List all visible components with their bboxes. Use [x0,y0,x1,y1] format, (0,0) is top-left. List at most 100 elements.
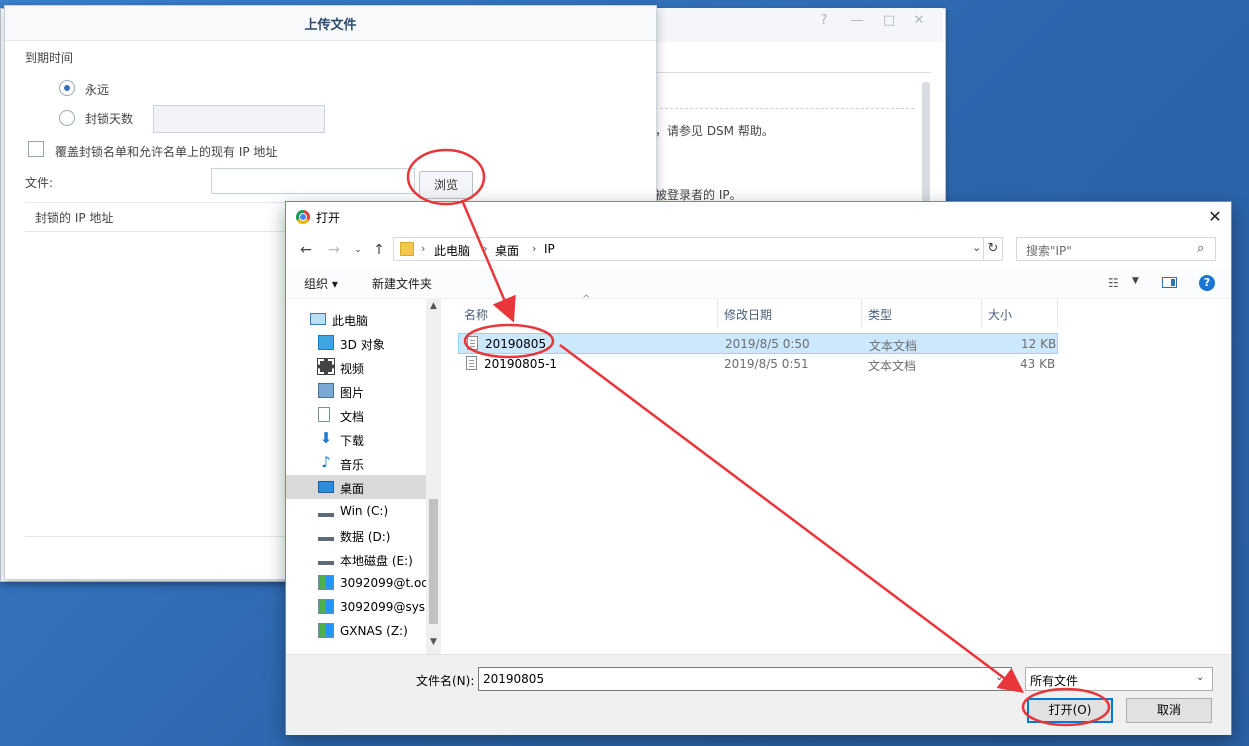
browse-button[interactable]: 浏览 [419,171,473,199]
drive-icon [318,531,334,541]
forward-arrow-icon[interactable]: → [324,239,344,261]
chevron-down-icon[interactable]: ⌄ [972,241,981,254]
help-icon[interactable]: ? [1199,275,1215,291]
chrome-icon [296,210,310,224]
back-arrow-icon[interactable]: ← [296,239,316,261]
filename-value: 20190805 [483,672,545,686]
open-dialog-titlebar: 打开 ✕ [286,202,1231,232]
ip-column-header: 封锁的 IP 地址 [35,211,114,225]
radio-block-days[interactable] [59,110,75,126]
organize-button[interactable]: 组织 ▾ [304,275,338,292]
maximize-icon[interactable]: □ [880,12,898,30]
overwrite-checkbox[interactable] [28,141,44,157]
column-header-name[interactable]: 名称 ^ [458,294,718,327]
minimize-icon[interactable]: — [848,12,866,30]
file-size: 43 KB [1020,357,1056,371]
3d-objects-icon [318,335,334,350]
chevron-down-icon[interactable]: ▼ [426,637,441,647]
sort-ascending-icon: ^ [582,294,591,305]
search-placeholder: 搜索"IP" [1026,244,1072,258]
file-label: 文件: [25,176,54,190]
radio-forever[interactable] [59,80,75,96]
pictures-icon [318,383,334,398]
file-name: 20190805-1 [484,357,558,371]
up-arrow-icon[interactable]: ↑ [369,239,389,261]
nav-item-video[interactable]: 视频 [310,355,426,379]
computer-icon [310,313,326,325]
nav-item-drive-e[interactable]: 本地磁盘 (E:) [310,547,426,571]
breadcrumb-desktop[interactable]: 桌面 [495,242,519,259]
recent-dropdown-icon[interactable]: ⌄ [348,239,368,261]
network-drive-icon [318,599,334,614]
close-icon[interactable]: ✕ [910,12,928,30]
nav-item-drive-d[interactable]: 数据 (D:) [310,523,426,547]
nav-item-drive-c[interactable]: Win (C:) [310,499,426,523]
file-type: 文本文档 [869,339,918,353]
text-file-icon [467,336,478,350]
filetype-select[interactable]: 所有文件 ⌄ [1025,667,1213,691]
breadcrumb-separator-icon: › [483,242,488,255]
background-window-titlebar [655,8,943,42]
help-icon[interactable]: ? [815,12,833,30]
radio-block-days-label: 封锁天数 [85,112,134,126]
nav-item-network-odr[interactable]: 3092099@t.odr [310,571,426,595]
breadcrumb-ip[interactable]: IP [544,242,555,256]
file-row[interactable]: 20190805 2019/8/5 0:50 文本文档 12 KB [458,333,1058,354]
chevron-up-icon[interactable]: ▲ [426,301,441,311]
address-bar[interactable]: › 此电脑 › 桌面 › IP ⌄ [393,237,1003,261]
documents-icon [318,407,330,422]
overwrite-label: 覆盖封锁名单和允许名单上的现有 IP 地址 [55,145,278,159]
download-icon: ⬇ [319,429,333,447]
nav-item-music[interactable]: ♪ 音乐 [310,451,426,475]
file-path-input[interactable] [211,168,415,194]
nav-item-3d-objects[interactable]: 3D 对象 [310,331,426,355]
chevron-down-icon[interactable]: ⌄ [995,672,1003,683]
column-header-size[interactable]: 大小 [982,299,1058,327]
breadcrumb-this-pc[interactable]: 此电脑 [434,242,470,259]
toolbar: 组织 ▾ 新建文件夹 ☷ ▼ ? [286,268,1231,299]
background-tab-divider [655,72,931,73]
preview-pane-icon[interactable] [1162,277,1177,288]
column-header-type[interactable]: 类型 [862,299,982,327]
search-icon[interactable]: ⌕ [1197,241,1204,256]
nav-item-desktop[interactable]: 桌面 [286,475,426,499]
upload-dialog-title: 上传文件 [304,18,357,33]
file-modified: 2019/8/5 0:50 [725,337,810,351]
nav-item-network-sysu[interactable]: 3092099@sysu [310,595,426,619]
nav-item-documents[interactable]: 文档 [310,403,426,427]
new-folder-button[interactable]: 新建文件夹 [372,275,432,292]
nav-scrollbar[interactable]: ▲ ▼ [426,299,441,654]
nav-scroll-thumb[interactable] [429,499,438,624]
background-divider [660,108,914,109]
filename-input[interactable]: 20190805 ⌄ [478,667,1012,691]
close-icon[interactable]: ✕ [1204,206,1226,228]
file-type: 文本文档 [868,359,917,373]
column-header-modified[interactable]: 修改日期 [718,299,862,327]
block-days-input[interactable] [153,105,325,133]
background-scrollbar[interactable] [922,82,930,202]
file-row[interactable]: 20190805-1 2019/8/5 0:51 文本文档 43 KB [458,354,1058,375]
nav-item-pictures[interactable]: 图片 [310,379,426,403]
chevron-down-icon[interactable]: ▼ [1132,276,1139,286]
cancel-button[interactable]: 取消 [1126,698,1212,723]
drive-c-icon [318,505,334,517]
nav-item-this-pc[interactable]: 此电脑 [310,307,426,331]
nav-item-gxnas[interactable]: GXNAS (Z:) [310,619,426,643]
drive-icon [318,555,334,565]
search-input[interactable]: 搜索"IP" ⌕ [1016,237,1216,261]
view-options-icon[interactable]: ☷ [1108,276,1119,290]
open-dialog-title: 打开 [316,211,341,225]
file-list: 名称 ^ 修改日期 类型 大小 20190805 2019/8/5 0:50 文… [458,294,1058,654]
folder-icon [400,242,414,256]
nav-item-downloads[interactable]: ⬇ 下载 [310,427,426,451]
radio-forever-label: 永远 [85,83,110,97]
refresh-icon[interactable]: ↻ [983,237,1003,261]
expiry-label: 到期时间 [25,51,74,65]
video-icon [317,358,335,375]
dialog-footer: 文件名(N): 20190805 ⌄ 所有文件 ⌄ 打开(O) 取消 [286,654,1231,735]
filetype-value: 所有文件 [1030,674,1079,688]
filename-label: 文件名(N): [416,674,475,688]
file-modified: 2019/8/5 0:51 [724,357,809,371]
open-button[interactable]: 打开(O) [1027,698,1113,723]
breadcrumb-separator-icon: › [532,242,537,255]
